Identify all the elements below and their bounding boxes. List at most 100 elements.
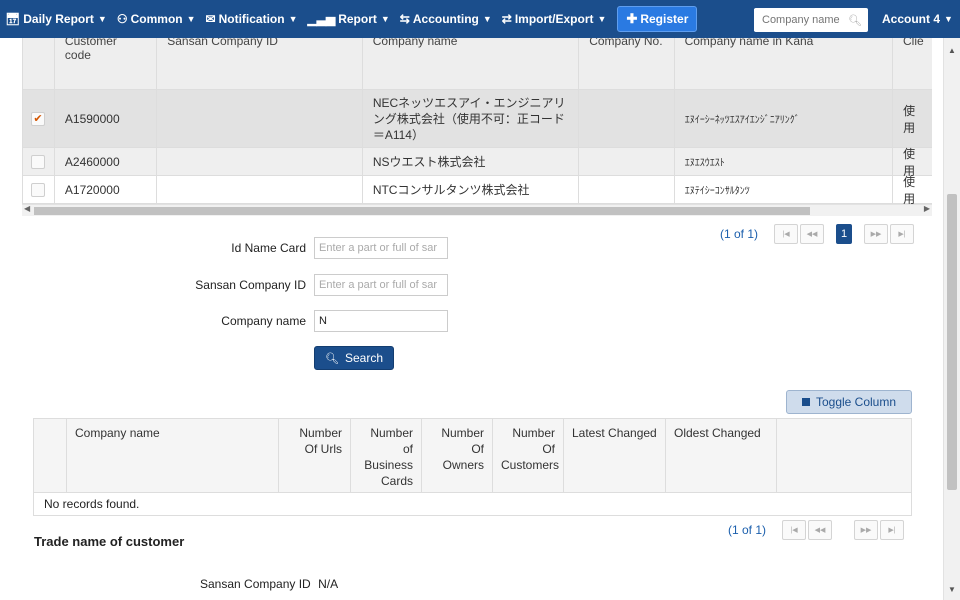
cell-company-name: NECネッツエスアイ・エンジニアリング株式会社（使用不可：正コード＝A114） bbox=[363, 90, 580, 147]
next-page-button[interactable]: ▶▶ bbox=[854, 520, 879, 540]
chevron-down-icon: ▼ bbox=[380, 14, 390, 24]
first-page-button[interactable]: |◀ bbox=[782, 520, 807, 540]
cell-sansan-id bbox=[157, 176, 363, 203]
vertical-scrollbar[interactable]: ▲ ▼ bbox=[943, 38, 960, 600]
company-search-box: 🔍︎ bbox=[754, 8, 868, 32]
col-customer-code[interactable]: Customer code bbox=[55, 38, 158, 89]
columns-icon bbox=[801, 398, 810, 406]
nav-report[interactable]: ▁▃▅ Report ▼ bbox=[303, 0, 395, 38]
sansan-company-id-input[interactable] bbox=[314, 274, 448, 296]
toggle-column-label: Toggle Column bbox=[815, 395, 897, 409]
horizontal-scrollbar[interactable]: ◀ ▶ bbox=[22, 204, 932, 216]
cell-company-no bbox=[579, 176, 675, 203]
toggle-column-button[interactable]: Toggle Column bbox=[786, 390, 912, 414]
row-checkbox[interactable] bbox=[31, 182, 45, 197]
col-company-name[interactable]: Company name bbox=[67, 419, 279, 492]
nav-daily-report[interactable]: 📅︎ Daily Report ▼ bbox=[0, 0, 112, 38]
scroll-left-icon[interactable]: ◀ bbox=[24, 204, 30, 213]
scroll-right-icon[interactable]: ▶ bbox=[924, 204, 930, 213]
search-icon[interactable]: 🔍︎ bbox=[848, 14, 862, 27]
cell-customer-code: A1590000 bbox=[55, 90, 158, 147]
chevron-down-icon: ▼ bbox=[597, 14, 607, 24]
cell-company-no bbox=[579, 90, 675, 147]
nav-daily-report-label: Daily Report bbox=[23, 12, 94, 26]
id-name-card-label: Id Name Card bbox=[231, 241, 306, 255]
account-menu[interactable]: Account 4 ▼ bbox=[882, 0, 953, 38]
cell-company-name: NSウエスト株式会社 bbox=[363, 148, 580, 175]
col-number-of-customers[interactable]: Number Of Customers bbox=[493, 419, 564, 492]
next-page-button[interactable]: ▶▶ bbox=[864, 224, 889, 244]
nav-report-label: Report bbox=[338, 12, 377, 26]
search-button[interactable]: 🔍︎ Search bbox=[314, 346, 394, 370]
sansan-company-id-label: Sansan Company ID bbox=[195, 278, 306, 292]
nav-notification-label: Notification bbox=[218, 12, 285, 26]
id-name-card-input[interactable] bbox=[314, 237, 448, 259]
chevron-down-icon: ▼ bbox=[944, 14, 953, 24]
prev-page-button[interactable]: ◀◀ bbox=[800, 224, 825, 244]
cell-company-kana: ｴﾇﾃｲｼｰｺﾝｻﾙﾀﾝﾂ bbox=[675, 176, 894, 203]
chevron-down-icon: ▼ bbox=[288, 14, 298, 24]
company-name-input[interactable] bbox=[314, 310, 448, 332]
company-stats-paginator: (1 of 1) |◀ ◀◀ ▶▶ ▶| bbox=[728, 520, 905, 540]
trade-name-section-title: Trade name of customer bbox=[34, 534, 185, 549]
col-latest-changed[interactable]: Latest Changed bbox=[564, 419, 666, 492]
row-checkbox[interactable] bbox=[31, 154, 45, 169]
page-info: (1 of 1) bbox=[728, 523, 767, 537]
col-company-no[interactable]: Company No. bbox=[579, 38, 675, 89]
row-checkbox-cell: ✔ bbox=[23, 90, 55, 147]
col-oldest-changed[interactable]: Oldest Changed bbox=[666, 419, 777, 492]
col-number-of-urls[interactable]: Number Of Urls bbox=[279, 419, 351, 492]
horizontal-scroll-thumb[interactable] bbox=[34, 207, 810, 215]
customer-table: Customer code Sansan Company ID Company … bbox=[22, 38, 932, 204]
last-page-button[interactable]: ▶| bbox=[890, 224, 915, 244]
chevron-down-icon: ▼ bbox=[97, 14, 107, 24]
col-client[interactable]: Clie bbox=[893, 38, 932, 89]
table-row[interactable]: ✔ A1590000 NECネッツエスアイ・エンジニアリング株式会社（使用不可：… bbox=[23, 90, 932, 148]
prev-page-button[interactable]: ◀◀ bbox=[808, 520, 833, 540]
first-page-button[interactable]: |◀ bbox=[774, 224, 799, 244]
cell-customer-code: A1720000 bbox=[55, 176, 158, 203]
col-company-name[interactable]: Company name bbox=[363, 38, 580, 89]
nav-notification[interactable]: ✉ Notification ▼ bbox=[201, 0, 303, 38]
col-number-of-owners[interactable]: Number Of Owners bbox=[422, 419, 493, 492]
nav-accounting[interactable]: ⇆ Accounting ▼ bbox=[395, 0, 497, 38]
row-checkbox-cell bbox=[23, 148, 55, 175]
row-checkbox[interactable]: ✔ bbox=[31, 111, 45, 126]
envelope-icon: ✉ bbox=[205, 12, 216, 26]
last-page-button[interactable]: ▶| bbox=[880, 520, 905, 540]
col-sansan-company-id[interactable]: Sansan Company ID bbox=[157, 38, 363, 89]
col-number-of-business-cards[interactable]: Number of Business Cards bbox=[351, 419, 422, 492]
register-button[interactable]: ✚ Register bbox=[617, 6, 698, 32]
nav-import-export[interactable]: ⇄ Import/Export ▼ bbox=[497, 0, 612, 38]
table-row[interactable]: A2460000 NSウエスト株式会社 ｴﾇｴｽｳｴｽﾄ 使用 bbox=[23, 146, 932, 178]
cell-customer-code: A2460000 bbox=[55, 148, 158, 175]
search-icon: 🔍︎ bbox=[325, 352, 339, 365]
cell-company-kana: ｴﾇｲｰｼｰﾈｯﾂｴｽｱｲｴﾝｼﾞﾆｱﾘﾝｸﾞ bbox=[675, 90, 894, 147]
company-stats-header: Company name Number Of Urls Number of Bu… bbox=[33, 418, 912, 492]
company-search-input[interactable] bbox=[754, 9, 846, 31]
page-number-button[interactable]: 1 bbox=[836, 224, 853, 244]
table-row[interactable]: A1720000 NTCコンサルタンツ株式会社 ｴﾇﾃｲｼｰｺﾝｻﾙﾀﾝﾂ 使用 bbox=[23, 174, 932, 205]
nav-import-export-label: Import/Export bbox=[514, 12, 594, 26]
col-company-name-kana[interactable]: Company name in Kana bbox=[675, 38, 893, 89]
register-label: Register bbox=[640, 12, 689, 26]
cell-sansan-id bbox=[157, 90, 363, 147]
company-name-label: Company name bbox=[221, 314, 306, 328]
scroll-down-icon[interactable]: ▼ bbox=[948, 585, 956, 594]
customer-table-paginator: (1 of 1) |◀ ◀◀ 1 ▶▶ ▶| bbox=[720, 224, 915, 244]
cell-client: 使用 bbox=[903, 174, 916, 205]
cell-client: 使用 bbox=[903, 146, 916, 178]
nav-common[interactable]: ⚇ Common ▼ bbox=[112, 0, 201, 38]
chevron-down-icon: ▼ bbox=[482, 14, 492, 24]
cell-company-kana: ｴﾇｴｽｳｴｽﾄ bbox=[675, 148, 894, 175]
customer-table-header: Customer code Sansan Company ID Company … bbox=[23, 38, 932, 90]
cell-sansan-id bbox=[157, 148, 363, 175]
plus-icon: ✚ bbox=[626, 11, 638, 26]
cell-client: 使用 bbox=[903, 103, 916, 135]
empty-message: No records found. bbox=[33, 492, 912, 516]
vertical-scroll-thumb[interactable] bbox=[947, 194, 957, 490]
trade-sansan-label: Sansan Company ID bbox=[200, 577, 311, 591]
company-stats-table: Company name Number Of Urls Number of Bu… bbox=[33, 418, 912, 516]
scroll-up-icon[interactable]: ▲ bbox=[948, 46, 956, 55]
swap-icon: ⇄ bbox=[501, 12, 512, 26]
